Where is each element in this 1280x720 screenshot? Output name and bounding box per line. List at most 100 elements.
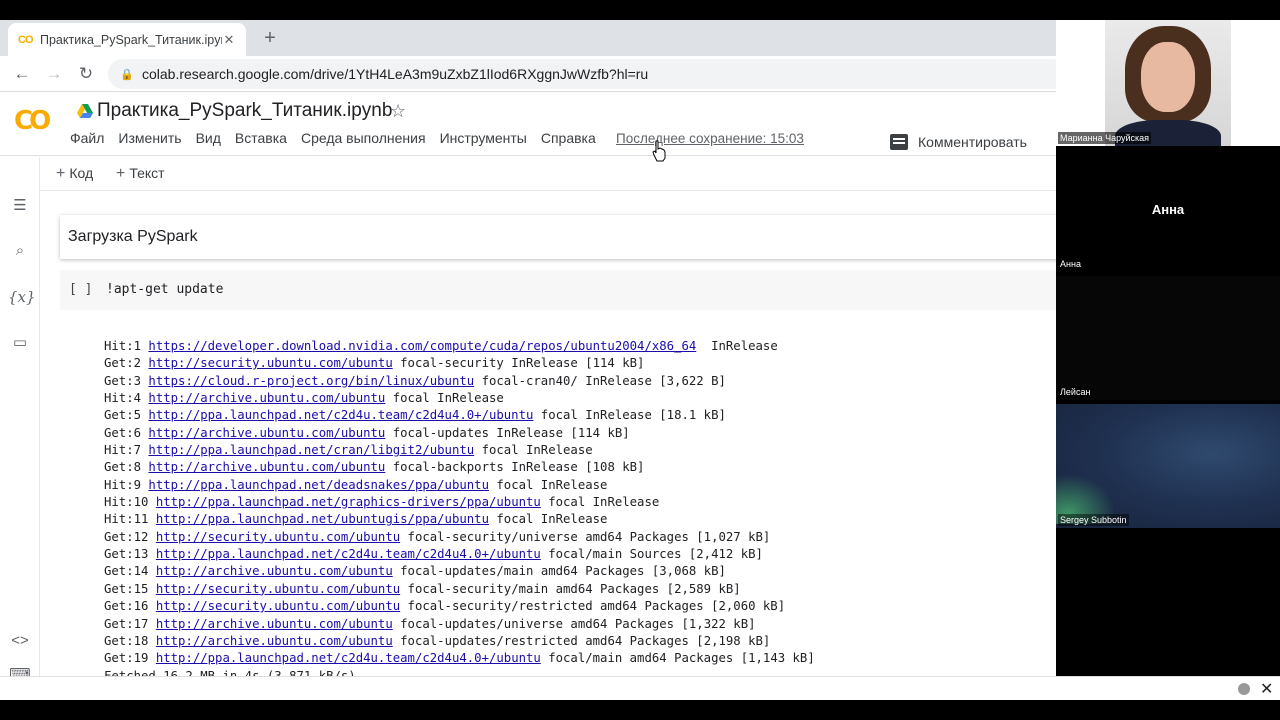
colab-logo[interactable]: CO [14,106,58,136]
address-bar: ← → ↻ 🔒 colab.research.google.com/drive/… [0,56,1056,92]
menu-view[interactable]: Вид [196,130,221,146]
output-line: Get:15 http://security.ubuntu.com/ubuntu… [104,581,815,598]
menu-insert[interactable]: Вставка [235,130,287,146]
hand-cursor-icon [652,140,666,162]
variables-icon[interactable]: {x} [8,285,36,309]
last-save-link[interactable]: Последнее сохранение: 15:03 [616,131,804,146]
output-link[interactable]: http://ppa.launchpad.net/graphics-driver… [156,495,541,509]
folder-icon[interactable]: ▭ [8,331,32,355]
output-link[interactable]: http://ppa.launchpad.net/c2d4u.team/c2d4… [156,651,541,665]
participant-tile-1[interactable]: Марианна Чаруйская [1056,20,1280,146]
run-cell-button[interactable]: [ ] [69,282,92,297]
menu-help[interactable]: Справка [541,130,596,146]
add-code-label: Код [69,165,94,181]
terminal-icon[interactable]: ⌨ [8,663,32,676]
url-input[interactable]: 🔒 colab.research.google.com/drive/1YtH4L… [108,59,1056,89]
menu-file[interactable]: Файл [70,130,104,146]
output-prefix: Get:17 [104,616,156,631]
close-icon[interactable]: ✕ [1260,679,1273,699]
code-text[interactable]: !apt-get update [106,282,223,297]
notebook-title[interactable]: Практика_PySpark_Титаник.ipynb [97,100,392,122]
comment-button[interactable]: Комментировать [890,134,1027,150]
output-link[interactable]: https://cloud.r-project.org/bin/linux/ub… [148,374,474,388]
google-drive-icon[interactable] [77,104,93,118]
output-prefix: Get:3 [104,373,149,388]
status-dot-icon [1238,683,1250,695]
output-prefix: Fetched 16.2 MB in 4s (3,871 kB/s) [104,668,356,676]
add-text-button[interactable]: + Текст [116,165,165,183]
code-cell[interactable]: [ ] !apt-get update [60,270,1056,310]
output-line: Get:2 http://security.ubuntu.com/ubuntu … [104,355,815,372]
output-link[interactable]: http://security.ubuntu.com/ubuntu [156,530,400,544]
menu-edit[interactable]: Изменить [118,130,181,146]
output-link[interactable]: http://archive.ubuntu.com/ubuntu [148,460,385,474]
participant-tile-2[interactable]: Анна Анна [1056,148,1280,272]
output-link[interactable]: http://security.ubuntu.com/ubuntu [148,356,392,370]
colab-favicon-icon: CO [18,33,34,46]
output-link[interactable]: http://security.ubuntu.com/ubuntu [156,599,400,613]
back-arrow-icon[interactable]: ← [10,62,34,86]
list-icon[interactable]: ☰ [8,194,32,218]
output-link[interactable]: http://ppa.launchpad.net/c2d4u.team/c2d4… [156,547,541,561]
add-text-label: Текст [129,165,165,181]
output-prefix: Get:6 [104,425,149,440]
plus-icon: + [116,165,126,182]
new-tab-plus-icon[interactable]: + [258,26,282,50]
output-line: Fetched 16.2 MB in 4s (3,871 kB/s) [104,668,815,676]
output-link[interactable]: http://ppa.launchpad.net/ubuntugis/ppa/u… [156,512,489,526]
output-suffix: focal-backports InRelease [108 kB] [385,460,645,475]
output-line: Get:12 http://security.ubuntu.com/ubuntu… [104,529,815,546]
output-suffix: focal/main amd64 Packages [1,143 kB] [540,651,815,666]
output-link[interactable]: http://archive.ubuntu.com/ubuntu [156,564,393,578]
output-prefix: Hit:1 [104,339,149,353]
output-prefix: Get:16 [104,599,156,614]
add-code-button[interactable]: + Код [56,165,93,183]
menu-tools[interactable]: Инструменты [440,130,527,146]
output-link[interactable]: http://ppa.launchpad.net/deadsnakes/ppa/… [148,478,489,492]
output-link[interactable]: http://archive.ubuntu.com/ubuntu [148,426,385,440]
participant-name: Лейсан [1058,386,1093,398]
code-icon[interactable]: <> [8,629,32,653]
output-line: Get:18 http://archive.ubuntu.com/ubuntu … [104,633,815,650]
output-line: Hit:4 http://archive.ubuntu.com/ubuntu f… [104,390,815,407]
output-suffix: focal-updates/restricted amd64 Packages … [392,633,771,648]
output-suffix: focal/main Sources [2,412 kB] [540,547,763,562]
output-link[interactable]: http://ppa.launchpad.net/c2d4u.team/c2d4… [148,408,533,422]
output-suffix: focal-updates/main amd64 Packages [3,068… [392,564,726,579]
output-link[interactable]: https://developer.download.nvidia.com/co… [148,339,696,353]
output-prefix: Get:14 [104,564,156,579]
notebook-content: Загрузка PySpark [ ] !apt-get update Hit… [40,192,1056,676]
participant-tile-3[interactable]: Лейсан [1056,276,1280,400]
participant-tile-4[interactable]: Sergey Subbotin [1056,404,1280,528]
close-tab-icon[interactable]: ✕ [222,32,236,48]
output-prefix: Hit:9 [104,477,149,492]
output-suffix: focal-cran40/ InRelease [3,622 B] [474,373,726,388]
reload-icon[interactable]: ↻ [74,62,98,86]
comment-icon [890,134,908,150]
menu-runtime[interactable]: Среда выполнения [301,130,426,146]
output-link[interactable]: http://ppa.launchpad.net/cran/libgit2/ub… [148,443,474,457]
output-link[interactable]: http://archive.ubuntu.com/ubuntu [156,617,393,631]
output-prefix: Hit:11 [104,512,156,527]
participant-video [1105,20,1231,146]
text-cell[interactable]: Загрузка PySpark [60,215,1056,259]
screen: CO Практика_PySpark_Титаник.ipynb ✕ + ← … [0,0,1280,720]
colab-header: CO Практика_PySpark_Титаник.ipynb ☆ Файл… [0,92,1056,156]
cell-output: Hit:1 https://developer.download.nvidia.… [104,338,815,676]
forward-arrow-icon[interactable]: → [42,62,66,86]
star-icon[interactable]: ☆ [390,101,406,122]
output-line: Get:5 http://ppa.launchpad.net/c2d4u.tea… [104,407,815,424]
left-sidebar: ☰ ⌕ {x} ▭ <> ⌨ [0,157,40,676]
output-prefix: Get:8 [104,460,149,475]
output-line: Hit:11 http://ppa.launchpad.net/ubuntugi… [104,511,815,528]
output-line: Get:19 http://ppa.launchpad.net/c2d4u.te… [104,650,815,667]
browser-tab[interactable]: CO Практика_PySpark_Титаник.ipynb ✕ [8,23,246,56]
output-line: Hit:7 http://ppa.launchpad.net/cran/libg… [104,442,815,459]
plus-icon: + [56,165,66,182]
output-link[interactable]: http://archive.ubuntu.com/ubuntu [148,391,385,405]
text-cell-heading: Загрузка PySpark [68,228,198,245]
output-link[interactable]: http://archive.ubuntu.com/ubuntu [156,634,393,648]
output-suffix: InRelease [696,339,778,353]
search-icon[interactable]: ⌕ [8,239,32,263]
output-link[interactable]: http://security.ubuntu.com/ubuntu [156,582,400,596]
